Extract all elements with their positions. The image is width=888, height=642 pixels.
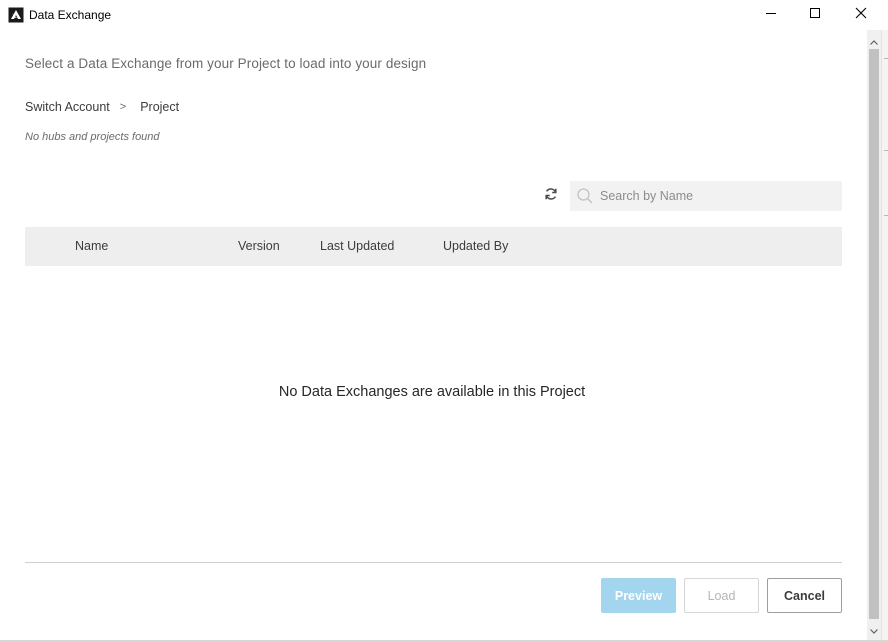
maximize-icon bbox=[809, 6, 821, 24]
search-input[interactable] bbox=[600, 181, 836, 211]
scroll-thumb[interactable] bbox=[869, 49, 879, 619]
scroll-up-button[interactable] bbox=[867, 32, 881, 49]
preview-button[interactable]: Preview bbox=[601, 578, 676, 613]
column-header-name[interactable]: Name bbox=[75, 227, 108, 266]
footer-divider bbox=[25, 562, 842, 563]
vertical-scrollbar[interactable] bbox=[867, 30, 881, 640]
load-button[interactable]: Load bbox=[684, 578, 759, 613]
empty-state-message: No Data Exchanges are available in this … bbox=[278, 384, 586, 400]
column-header-updated-by[interactable]: Updated By bbox=[443, 227, 508, 266]
breadcrumb-project[interactable]: Project bbox=[140, 100, 179, 114]
breadcrumb-switch-account[interactable]: Switch Account bbox=[25, 100, 110, 114]
maximize-button[interactable] bbox=[792, 0, 838, 30]
search-icon bbox=[576, 187, 594, 205]
chevron-up-icon bbox=[870, 32, 878, 50]
close-icon bbox=[855, 6, 867, 24]
close-button[interactable] bbox=[838, 0, 884, 30]
search-box bbox=[570, 181, 842, 211]
window-title: Data Exchange bbox=[29, 8, 112, 22]
hubs-status-note: No hubs and projects found bbox=[25, 131, 160, 143]
refresh-button[interactable] bbox=[543, 187, 559, 206]
scroll-down-button[interactable] bbox=[867, 621, 881, 638]
refresh-icon bbox=[544, 187, 558, 206]
app-logo-icon bbox=[8, 7, 24, 23]
minimize-icon bbox=[765, 6, 777, 24]
column-header-version[interactable]: Version bbox=[238, 227, 280, 266]
breadcrumb: Switch Account > Project bbox=[25, 99, 179, 115]
title-bar: Data Exchange bbox=[0, 0, 888, 30]
table-header: Name Version Last Updated Updated By bbox=[25, 227, 842, 266]
minimize-button[interactable] bbox=[748, 0, 794, 30]
column-header-last-updated[interactable]: Last Updated bbox=[320, 227, 394, 266]
dialog-subtitle: Select a Data Exchange from your Project… bbox=[25, 56, 427, 71]
breadcrumb-separator: > bbox=[119, 101, 127, 113]
background-window-edge bbox=[881, 30, 888, 642]
chevron-down-icon bbox=[870, 621, 878, 639]
cancel-button[interactable]: Cancel bbox=[767, 578, 842, 613]
